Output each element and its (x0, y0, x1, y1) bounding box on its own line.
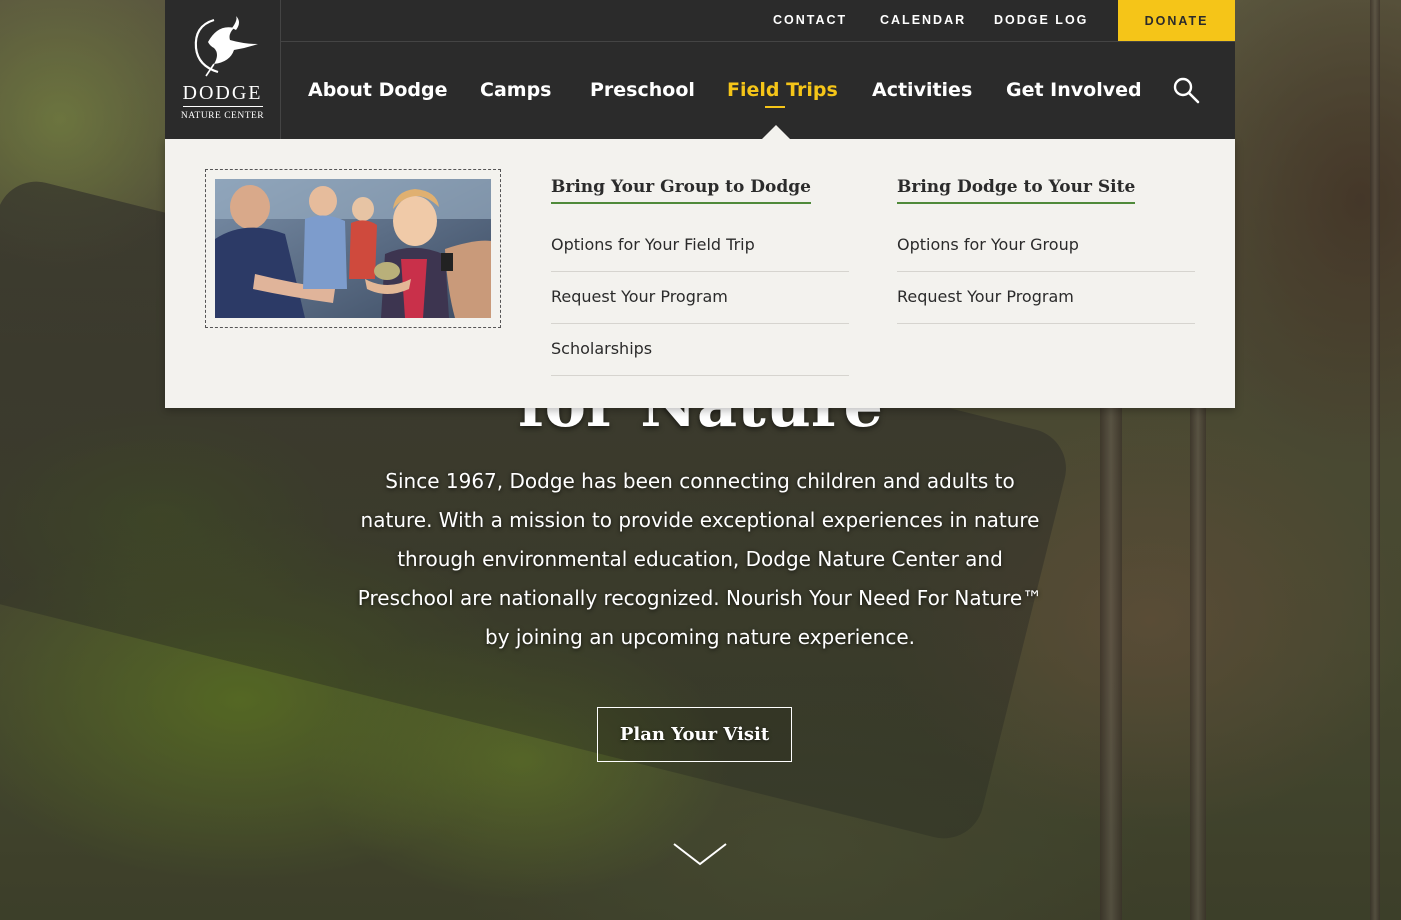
hero-description: Since 1967, Dodge has been connecting ch… (357, 469, 1043, 649)
menu-column-dodge-to-site: Bring Dodge to Your Site Options for You… (897, 177, 1195, 324)
nav-field-trips-label: Field Trips (727, 79, 838, 101)
menu-column-title[interactable]: Bring Your Group to Dodge (551, 177, 811, 204)
logo-name: DODGE (182, 82, 263, 107)
menu-item-field-trip-options[interactable]: Options for Your Field Trip (551, 220, 849, 272)
utility-bar: CONTACT CALENDAR DODGE LOG DONATE (281, 0, 1235, 42)
search-icon[interactable] (1172, 76, 1200, 104)
contact-link[interactable]: CONTACT (773, 0, 847, 41)
dodge-logo[interactable]: DODGE NATURE CENTER (165, 0, 281, 139)
plan-your-visit-button[interactable]: Plan Your Visit (597, 707, 792, 762)
heron-logo-icon (194, 16, 258, 77)
site-header: DODGE NATURE CENTER CONTACT CALENDAR DOD… (165, 0, 1235, 139)
menu-photo-frame (205, 169, 501, 328)
menu-item-group-options[interactable]: Options for Your Group (897, 220, 1195, 272)
menu-column-title[interactable]: Bring Dodge to Your Site (897, 177, 1136, 204)
nav-preschool[interactable]: Preschool (590, 42, 695, 139)
main-nav: About Dodge Camps Preschool Field Trips … (281, 42, 1235, 139)
chevron-down-icon[interactable] (672, 840, 728, 868)
dodge-log-link[interactable]: DODGE LOG (994, 0, 1088, 41)
menu-item-request-program[interactable]: Request Your Program (897, 272, 1195, 324)
menu-item-scholarships[interactable]: Scholarships (551, 324, 849, 376)
donate-button[interactable]: DONATE (1118, 0, 1235, 41)
menu-caret (762, 125, 790, 139)
active-nav-underline (765, 106, 785, 108)
menu-column-group-to-dodge: Bring Your Group to Dodge Options for Yo… (551, 177, 849, 376)
nav-get-involved[interactable]: Get Involved (1006, 42, 1142, 139)
nav-camps[interactable]: Camps (480, 42, 551, 139)
nav-about-dodge[interactable]: About Dodge (308, 42, 448, 139)
calendar-link[interactable]: CALENDAR (880, 0, 966, 41)
menu-item-request-program[interactable]: Request Your Program (551, 272, 849, 324)
children-with-animal-photo[interactable] (215, 179, 491, 318)
field-trips-mega-menu: Bring Your Group to Dodge Options for Yo… (165, 139, 1235, 408)
nav-activities[interactable]: Activities (872, 42, 972, 139)
logo-subtitle: NATURE CENTER (180, 111, 265, 121)
